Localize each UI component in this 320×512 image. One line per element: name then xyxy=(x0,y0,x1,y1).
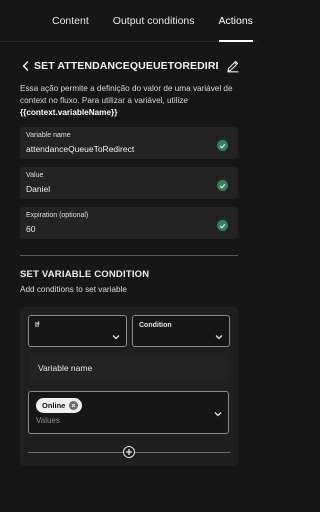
condition-section-title: SET VARIABLE CONDITION xyxy=(20,269,150,280)
if-select[interactable]: If xyxy=(28,315,127,347)
section-divider xyxy=(20,255,238,256)
action-description: Essa ação permite a definição do valor d… xyxy=(20,83,246,119)
context-variable-code: {{context.variableName}} xyxy=(20,108,118,117)
remove-chip-icon[interactable] xyxy=(69,401,79,410)
value-chip-online: Online xyxy=(36,398,83,413)
tab-content[interactable]: Content xyxy=(40,0,101,42)
action-title: SET ATTENDANCEQUEUETOREDIRECT IF N xyxy=(34,60,218,72)
expiration-value: 60 xyxy=(26,224,36,234)
expiration-label: Expiration (optional) xyxy=(26,212,89,219)
values-placeholder: Values xyxy=(36,416,60,425)
condition-section-subtitle: Add conditions to set variable xyxy=(20,285,127,294)
value-field[interactable]: Value Daniel xyxy=(20,167,238,199)
variable-name-field[interactable]: Variable name attendanceQueueToRedirect xyxy=(20,127,238,159)
condition-select[interactable]: Condition xyxy=(132,315,230,347)
expiration-field[interactable]: Expiration (optional) 60 xyxy=(20,207,238,239)
chevron-down-icon xyxy=(112,335,120,340)
valid-check-icon xyxy=(217,140,228,151)
edit-pencil-icon[interactable] xyxy=(226,59,240,73)
back-chevron-icon[interactable] xyxy=(22,58,32,74)
if-select-label: If xyxy=(35,322,40,329)
chip-label: Online xyxy=(42,401,66,410)
condition-variable-name-input[interactable]: Variable name xyxy=(30,353,228,383)
action-header: SET ATTENDANCEQUEUETOREDIRECT IF N xyxy=(22,58,240,74)
valid-check-icon xyxy=(217,180,228,191)
condition-variable-name-placeholder: Variable name xyxy=(38,363,93,373)
add-condition-button[interactable] xyxy=(123,446,135,458)
condition-panel: If Condition Variable name Online Values xyxy=(20,307,238,466)
variable-name-label: Variable name xyxy=(26,132,71,139)
condition-select-label: Condition xyxy=(139,322,172,329)
value-value: Daniel xyxy=(26,184,51,194)
value-label: Value xyxy=(26,172,44,179)
valid-check-icon xyxy=(217,220,228,231)
tab-output-conditions[interactable]: Output conditions xyxy=(101,0,207,42)
plus-icon xyxy=(126,449,132,455)
tab-bar: Content Output conditions Actions xyxy=(0,0,258,42)
tab-actions[interactable]: Actions xyxy=(207,0,265,42)
variable-name-value: attendanceQueueToRedirect xyxy=(26,144,135,154)
chevron-down-icon xyxy=(215,335,223,340)
chevron-down-icon xyxy=(214,412,222,417)
description-text: Essa ação permite a definição do valor d… xyxy=(20,84,233,105)
